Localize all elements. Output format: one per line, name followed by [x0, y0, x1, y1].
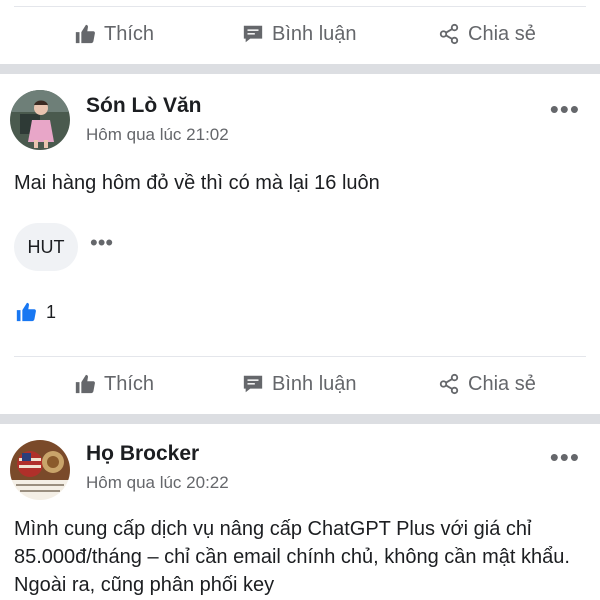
- like-button[interactable]: Thích: [74, 6, 154, 62]
- like-label: Thích: [104, 372, 155, 395]
- post-header: Són Lò Văn Hôm qua lúc 21:02 •••: [0, 88, 600, 158]
- share-icon: [438, 373, 460, 395]
- avatar[interactable]: [10, 440, 70, 500]
- more-options-icon[interactable]: •••: [550, 96, 580, 122]
- comment-chip[interactable]: HUT: [14, 223, 78, 271]
- comment-label: Bình luận: [272, 22, 357, 45]
- post-separator: [0, 414, 600, 424]
- share-button[interactable]: Chia sẻ: [438, 356, 536, 412]
- post-text: Mình cung cấp dịch vụ nâng cấp ChatGPT P…: [14, 518, 570, 596]
- comment-label: Bình luận: [272, 372, 357, 395]
- like-label: Thích: [104, 22, 155, 45]
- like-reaction-icon: [14, 300, 38, 324]
- like-button[interactable]: Thích: [74, 356, 154, 412]
- action-bar-top: Thích Bình luận Chia sẻ: [0, 6, 600, 62]
- author-name[interactable]: Són Lò Văn: [86, 94, 202, 118]
- author-name[interactable]: Họ Brocker: [86, 442, 199, 466]
- post-text: Mai hàng hôm đỏ về thì có mà lại 16 luôn: [14, 172, 380, 194]
- thumbs-up-icon: [74, 373, 96, 395]
- post-separator: [0, 64, 600, 74]
- more-options-icon[interactable]: •••: [90, 232, 113, 254]
- more-options-icon[interactable]: •••: [550, 444, 580, 470]
- post-timestamp[interactable]: Hôm qua lúc 20:22: [86, 473, 229, 493]
- share-label: Chia sẻ: [468, 22, 536, 45]
- post-header: Họ Brocker Hôm qua lúc 20:22 •••: [0, 436, 600, 506]
- reaction-count: 1: [46, 301, 57, 322]
- action-bar: Thích Bình luận Chia sẻ: [0, 356, 600, 412]
- comment-icon: [242, 23, 264, 45]
- post-timestamp[interactable]: Hôm qua lúc 21:02: [86, 125, 229, 145]
- comment-button[interactable]: Bình luận: [242, 356, 357, 412]
- avatar[interactable]: [10, 90, 70, 150]
- comment-icon: [242, 373, 264, 395]
- share-label: Chia sẻ: [468, 372, 536, 395]
- share-icon: [438, 23, 460, 45]
- reaction-summary[interactable]: 1: [14, 300, 56, 324]
- thumbs-up-icon: [74, 23, 96, 45]
- comment-button[interactable]: Bình luận: [242, 6, 357, 62]
- share-button[interactable]: Chia sẻ: [438, 6, 536, 62]
